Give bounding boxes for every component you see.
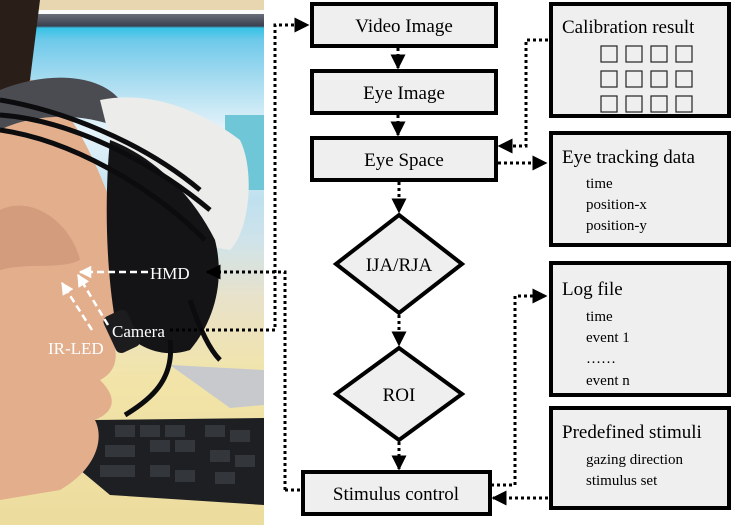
camera-arrow-to-eye	[76, 273, 110, 326]
eye-tracking-data-box: Eye tracking data time position-x positi…	[549, 131, 731, 247]
log-file-item: event n	[586, 373, 630, 389]
stimulus-to-hmd-connector	[205, 264, 287, 490]
eye-tracking-item: position-y	[586, 218, 647, 234]
predefined-title: Predefined stimuli	[562, 422, 702, 443]
calibration-title: Calibration result	[562, 17, 695, 38]
log-file-box: Log file time event 1 …… event n	[549, 261, 731, 397]
stimulus-control-label: Stimulus control	[333, 484, 459, 505]
flow-diagram: HMD Camera IR-LED Video Image Eye Image …	[48, 2, 731, 516]
log-file-item: time	[586, 309, 613, 325]
camera-label: Camera	[112, 322, 165, 341]
ir-led-arrow-to-eye	[60, 281, 94, 331]
roi-decision: ROI	[332, 345, 466, 443]
log-file-title: Log file	[562, 279, 623, 300]
log-file-item: ……	[586, 351, 616, 367]
eye-tracking-item: time	[586, 176, 613, 192]
calibration-to-eye-space-connector	[497, 38, 548, 154]
stimulus-to-log-connector	[491, 288, 548, 487]
ija-rja-decision: IJA/RJA	[332, 212, 466, 316]
video-image-label: Video Image	[355, 16, 453, 37]
ija-rja-label: IJA/RJA	[366, 255, 433, 276]
video-image-node: Video Image	[310, 2, 498, 48]
eye-tracking-item: position-x	[586, 197, 647, 213]
predefined-item: gazing direction	[586, 452, 684, 468]
eye-tracking-title: Eye tracking data	[562, 147, 696, 168]
eye-image-label: Eye Image	[363, 83, 445, 104]
photo-annotations: HMD Camera IR-LED	[48, 264, 190, 358]
hmd-label: HMD	[150, 264, 190, 283]
side-connectors	[491, 38, 548, 506]
calibration-result-box: Calibration result	[549, 2, 731, 118]
predefined-stimuli-box: Predefined stimuli gazing direction stim…	[549, 406, 731, 510]
ir-led-label: IR-LED	[48, 339, 104, 358]
roi-label: ROI	[383, 385, 416, 406]
photo-connectors	[170, 17, 311, 492]
eye-image-node: Eye Image	[310, 69, 498, 115]
log-file-item: event 1	[586, 330, 630, 346]
eye-space-label: Eye Space	[364, 150, 444, 171]
eye-space-node: Eye Space	[310, 136, 498, 182]
predefined-item: stimulus set	[586, 473, 658, 489]
camera-to-video-connector	[170, 17, 310, 332]
stimulus-control-node: Stimulus control	[301, 470, 492, 516]
